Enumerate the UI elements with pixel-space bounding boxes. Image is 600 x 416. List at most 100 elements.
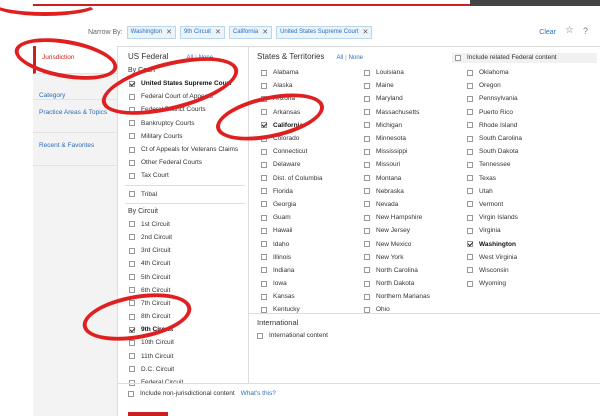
checkbox-tribal[interactable]: Tribal (125, 188, 245, 201)
checkbox-box[interactable] (261, 227, 267, 234)
checkbox-box[interactable] (467, 135, 473, 142)
checkbox-7th-circuit[interactable]: 7th Circuit (125, 297, 245, 310)
checkbox-box[interactable] (364, 293, 370, 300)
whats-this-link[interactable]: What's this? (241, 390, 276, 397)
checkbox-box[interactable] (467, 267, 473, 274)
checkbox-california[interactable]: California (257, 119, 360, 132)
checkbox-alaska[interactable]: Alaska (257, 79, 360, 92)
checkbox-box[interactable] (129, 326, 135, 333)
checkbox-11th-circuit[interactable]: 11th Circuit (125, 350, 245, 363)
checkbox-box[interactable] (364, 69, 370, 76)
checkbox-box[interactable] (364, 135, 370, 142)
checkbox-oklahoma[interactable]: Oklahoma (463, 66, 566, 79)
checkbox-box[interactable] (129, 287, 135, 294)
checkbox-wisconsin[interactable]: Wisconsin (463, 264, 566, 277)
checkbox-kentucky[interactable]: Kentucky (257, 303, 360, 316)
close-icon[interactable]: ✕ (362, 28, 368, 36)
checkbox-new-mexico[interactable]: New Mexico (360, 237, 463, 250)
checkbox-nebraska[interactable]: Nebraska (360, 185, 463, 198)
checkbox-box[interactable] (467, 214, 473, 221)
checkbox-montana[interactable]: Montana (360, 172, 463, 185)
checkbox-box[interactable] (467, 227, 473, 234)
checkbox-box[interactable] (364, 214, 370, 221)
checkbox-international-content[interactable]: International content (257, 329, 328, 342)
checkbox-west-virginia[interactable]: West Virginia (463, 251, 566, 264)
checkbox-d-c-circuit[interactable]: D.C. Circuit (125, 363, 245, 376)
checkbox-box[interactable] (128, 390, 134, 397)
checkbox-box[interactable] (364, 254, 370, 261)
checkbox-florida[interactable]: Florida (257, 185, 360, 198)
checkbox-box[interactable] (364, 241, 370, 248)
checkbox-federal-district-courts[interactable]: Federal District Courts (125, 103, 245, 116)
checkbox-box[interactable] (129, 313, 135, 320)
checkbox-new-jersey[interactable]: New Jersey (360, 224, 463, 237)
checkbox-8th-circuit[interactable]: 8th Circuit (125, 310, 245, 323)
checkbox-puerto-rico[interactable]: Puerto Rico (463, 106, 566, 119)
checkbox-guam[interactable]: Guam (257, 211, 360, 224)
checkbox-box[interactable] (261, 175, 267, 182)
checkbox-3rd-circuit[interactable]: 3rd Circuit (125, 244, 245, 257)
checkbox-box[interactable] (129, 93, 135, 100)
checkbox-ohio[interactable]: Ohio (360, 303, 463, 316)
checkbox-box[interactable] (467, 148, 473, 155)
checkbox-maine[interactable]: Maine (360, 79, 463, 92)
checkbox-box[interactable] (364, 82, 370, 89)
checkbox-box[interactable] (261, 293, 267, 300)
help-icon[interactable]: ? (583, 26, 588, 36)
checkbox-northern-marianas[interactable]: Northern Marianas (360, 290, 463, 303)
checkbox-1st-circuit[interactable]: 1st Circuit (125, 218, 245, 231)
checkbox-texas[interactable]: Texas (463, 172, 566, 185)
checkbox-5th-circuit[interactable]: 5th Circuit (125, 270, 245, 283)
checkbox-box[interactable] (129, 221, 135, 228)
checkbox-box[interactable] (129, 191, 135, 198)
checkbox-box[interactable] (261, 188, 267, 195)
checkbox-box[interactable] (364, 122, 370, 129)
checkbox-box[interactable] (467, 122, 473, 129)
states-all-link[interactable]: All (336, 55, 343, 61)
checkbox-mississippi[interactable]: Mississippi (360, 145, 463, 158)
sidebar-item-practice-areas[interactable]: Practice Areas & Topics (33, 100, 117, 133)
checkbox-virginia[interactable]: Virginia (463, 224, 566, 237)
checkbox-box[interactable] (467, 95, 473, 102)
clear-button[interactable]: Clear (539, 29, 556, 36)
checkbox-vermont[interactable]: Vermont (463, 198, 566, 211)
checkbox-box[interactable] (364, 175, 370, 182)
checkbox-box[interactable] (261, 122, 267, 129)
checkbox-box[interactable] (467, 82, 473, 89)
checkbox-other-federal-courts[interactable]: Other Federal Courts (125, 156, 245, 169)
federal-none-link[interactable]: None (199, 55, 213, 61)
checkbox-military-courts[interactable]: Military Courts (125, 130, 245, 143)
checkbox-ct-of-appeals-for-veterans-claims[interactable]: Ct of Appeals for Veterans Claims (125, 143, 245, 156)
checkbox-box[interactable] (467, 69, 473, 76)
checkbox-arkansas[interactable]: Arkansas (257, 106, 360, 119)
checkbox-nevada[interactable]: Nevada (360, 198, 463, 211)
checkbox-box[interactable] (261, 109, 267, 116)
checkbox-box[interactable] (364, 267, 370, 274)
checkbox-box[interactable] (129, 234, 135, 241)
sidebar-item-jurisdiction[interactable]: Jurisdiction (33, 46, 117, 74)
checkbox-box[interactable] (261, 69, 267, 76)
checkbox-oregon[interactable]: Oregon (463, 79, 566, 92)
checkbox-utah[interactable]: Utah (463, 185, 566, 198)
checkbox-box[interactable] (364, 201, 370, 208)
chip-california[interactable]: California ✕ (228, 25, 273, 39)
checkbox-box[interactable] (261, 148, 267, 155)
checkbox-south-carolina[interactable]: South Carolina (463, 132, 566, 145)
checkbox-box[interactable] (129, 339, 135, 346)
checkbox-box[interactable] (129, 106, 135, 113)
checkbox-box[interactable] (467, 201, 473, 208)
checkbox-dist-of-columbia[interactable]: Dist. of Columbia (257, 172, 360, 185)
checkbox-box[interactable] (261, 267, 267, 274)
checkbox-louisiana[interactable]: Louisiana (360, 66, 463, 79)
chip-9th-circuit[interactable]: 9th Circuit ✕ (179, 25, 225, 39)
checkbox-box[interactable] (129, 146, 135, 153)
checkbox-box[interactable] (129, 274, 135, 281)
close-icon[interactable]: ✕ (262, 28, 268, 36)
checkbox-6th-circuit[interactable]: 6th Circuit (125, 284, 245, 297)
checkbox-idaho[interactable]: Idaho (257, 237, 360, 250)
checkbox-box[interactable] (129, 80, 135, 87)
checkbox-box[interactable] (129, 260, 135, 267)
checkbox-box[interactable] (261, 161, 267, 168)
checkbox-box[interactable] (467, 109, 473, 116)
checkbox-4th-circuit[interactable]: 4th Circuit (125, 257, 245, 270)
